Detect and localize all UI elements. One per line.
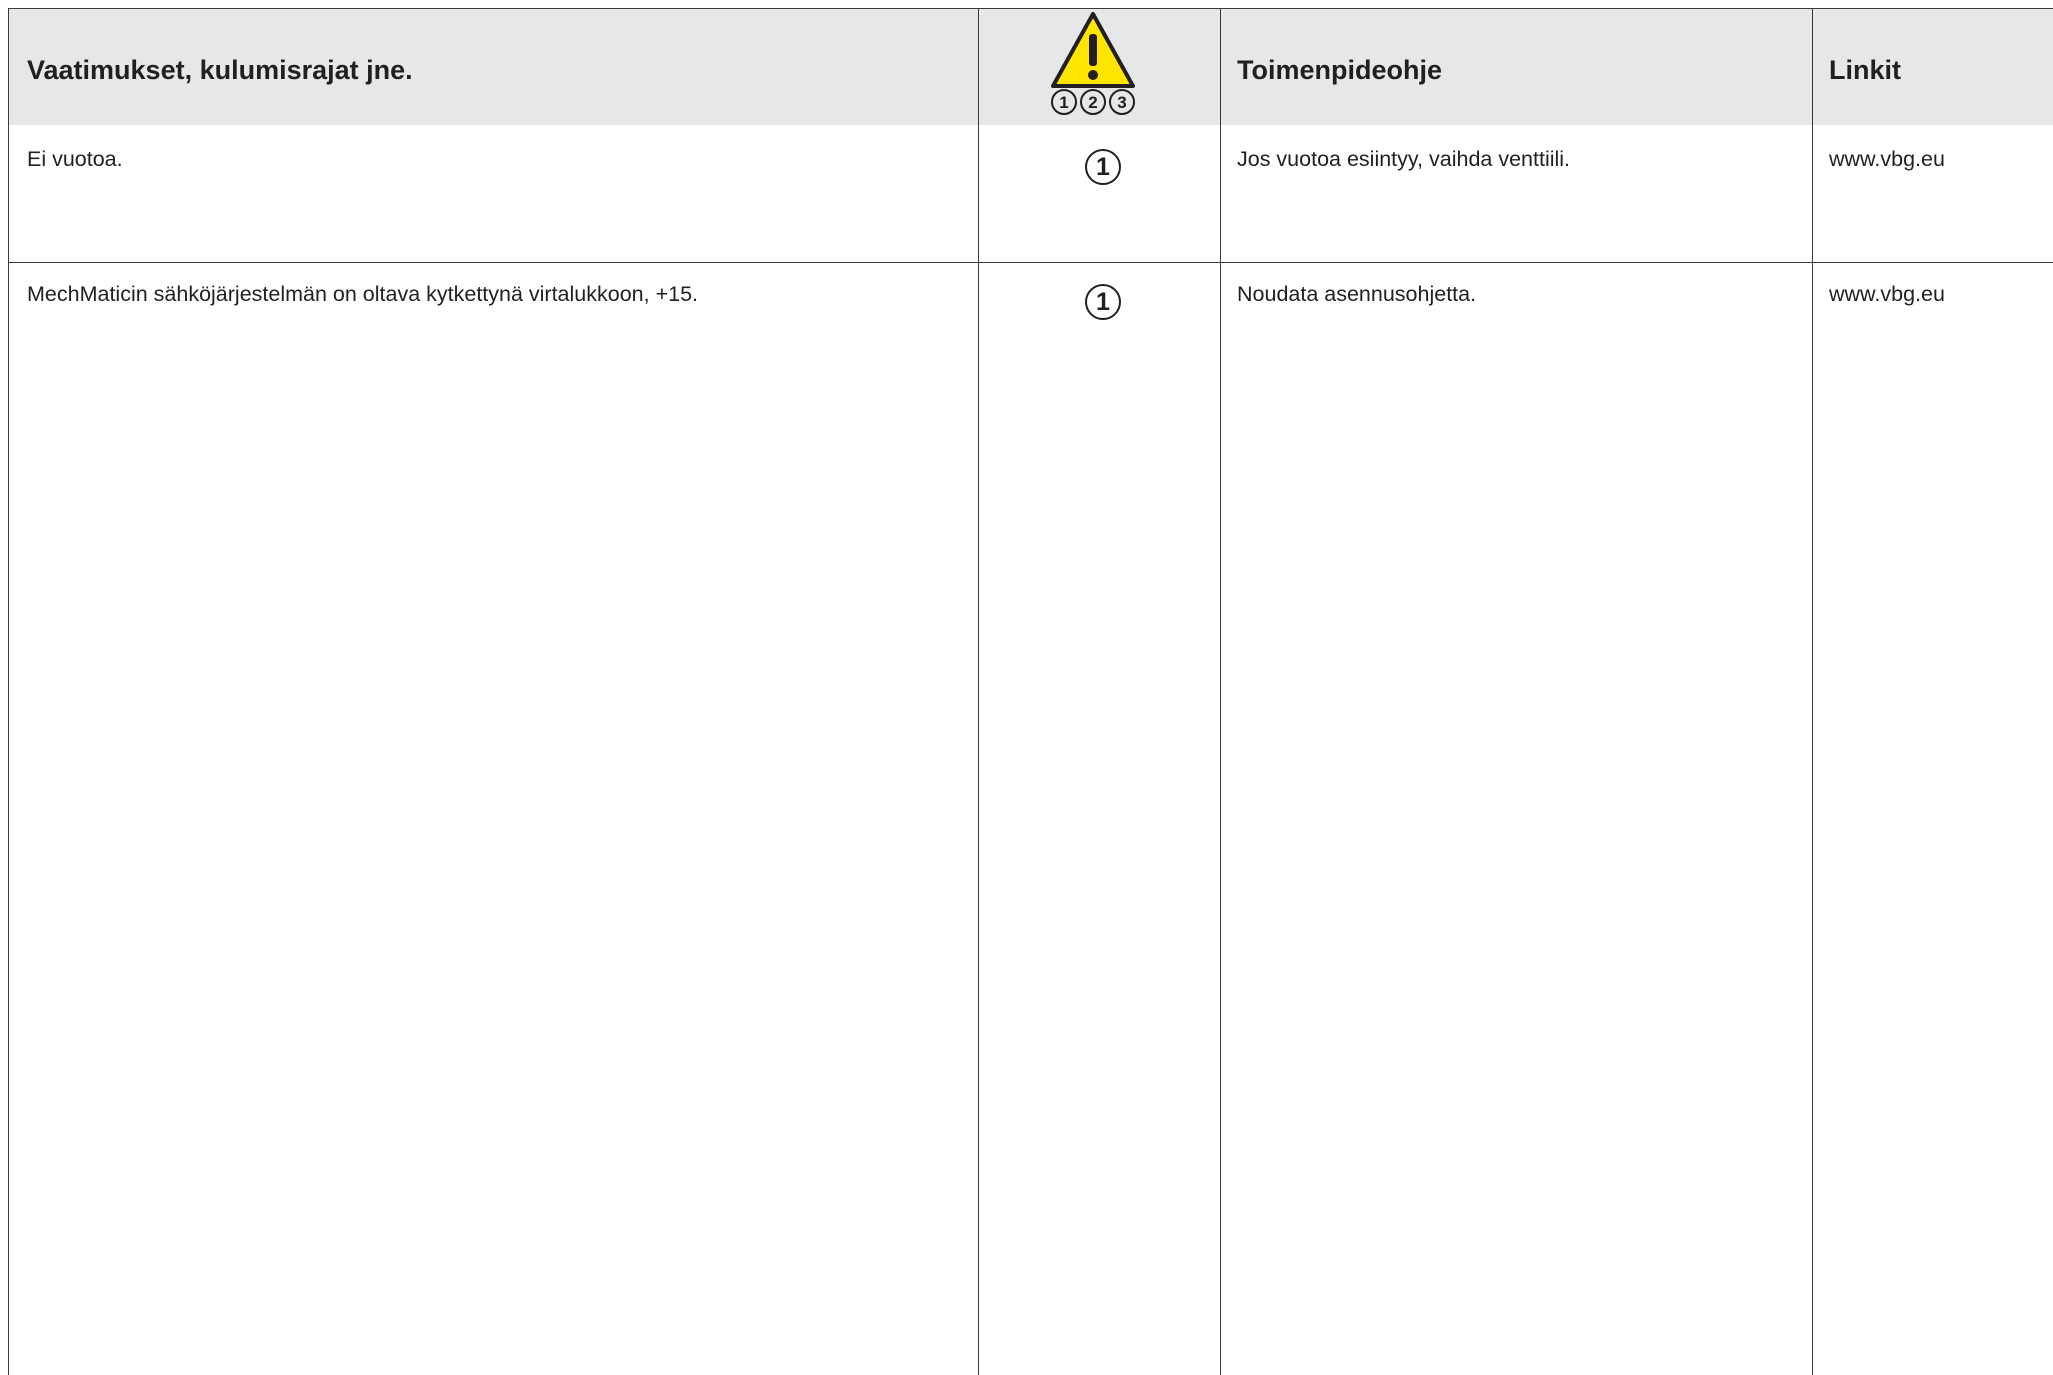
column-divider (1220, 9, 1221, 1375)
severity-level-badge: 1 (1085, 149, 1121, 185)
row-1-instruction: Jos vuotoa esiintyy, vaihda venttiili. (1237, 147, 1571, 171)
severity-level-badge: 1 (1085, 284, 1121, 320)
level-3-label: 3 (1117, 93, 1126, 112)
header-requirements: Vaatimukset, kulumisrajat jne. (27, 55, 413, 85)
header-instructions: Toimenpideohje (1237, 55, 1443, 85)
row-1-requirement: Ei vuotoa. (27, 147, 123, 171)
level-2-label: 2 (1088, 93, 1097, 112)
row-2-instruction: Noudata asennusohjetta. (1237, 282, 1477, 306)
row-1-link[interactable]: www.vbg.eu (1829, 147, 1945, 172)
column-divider (1812, 9, 1813, 1375)
level-1-label: 1 (1059, 93, 1068, 112)
maintenance-table: Vaatimukset, kulumisrajat jne. Toimenpid… (8, 8, 2053, 1375)
row-2-link[interactable]: www.vbg.eu (1829, 282, 1945, 307)
row-2-requirement: MechMaticin sähköjärjestelmän on oltava … (27, 282, 699, 306)
row-divider (9, 262, 2053, 263)
column-divider (978, 9, 979, 1375)
header-links: Linkit (1829, 55, 1901, 85)
warning-triangle-icon: 1 2 3 (1051, 12, 1135, 115)
